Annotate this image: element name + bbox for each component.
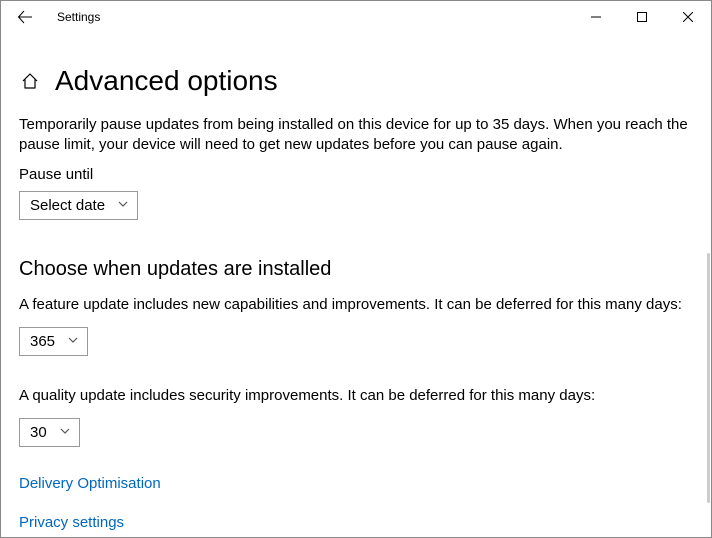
pause-until-dropdown[interactable]: Select date — [19, 191, 138, 220]
page-title: Advanced options — [55, 65, 278, 97]
pause-description: Temporarily pause updates from being ins… — [19, 115, 693, 156]
feature-update-text: A feature update includes new capabiliti… — [19, 295, 693, 315]
maximize-icon — [637, 12, 647, 22]
window-title: Settings — [57, 10, 100, 24]
scrollbar-thumb[interactable] — [707, 253, 710, 503]
minimize-button[interactable] — [573, 1, 619, 33]
content-area: Advanced options Temporarily pause updat… — [1, 33, 711, 531]
close-button[interactable] — [665, 1, 711, 33]
page-header: Advanced options — [19, 65, 693, 97]
window-controls — [573, 1, 711, 33]
chevron-down-icon — [117, 197, 129, 214]
titlebar: Settings — [1, 1, 711, 33]
pause-until-label: Pause until — [19, 166, 693, 183]
quality-update-value: 30 — [30, 424, 47, 441]
feature-update-value: 365 — [30, 333, 55, 350]
minimize-icon — [591, 12, 601, 22]
scrollbar[interactable] — [707, 33, 711, 537]
maximize-button[interactable] — [619, 1, 665, 33]
chevron-down-icon — [59, 424, 71, 441]
back-arrow-icon — [17, 9, 33, 25]
quality-update-text: A quality update includes security impro… — [19, 386, 693, 406]
close-icon — [683, 12, 693, 22]
feature-update-dropdown[interactable]: 365 — [19, 327, 88, 356]
quality-update-dropdown[interactable]: 30 — [19, 418, 80, 447]
chevron-down-icon — [67, 333, 79, 350]
pause-until-value: Select date — [30, 197, 105, 214]
home-icon[interactable] — [19, 70, 41, 92]
choose-updates-heading: Choose when updates are installed — [19, 258, 693, 281]
delivery-optimisation-link[interactable]: Delivery Optimisation — [19, 475, 693, 492]
back-button[interactable] — [5, 1, 45, 33]
privacy-settings-link[interactable]: Privacy settings — [19, 514, 693, 531]
